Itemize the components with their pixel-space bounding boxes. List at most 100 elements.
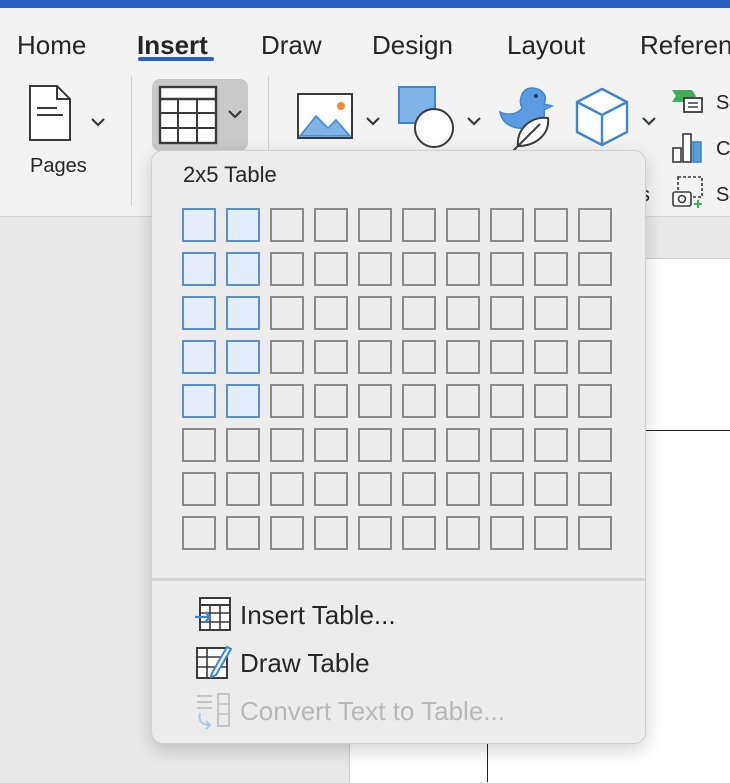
table-grid-cell[interactable] bbox=[314, 296, 348, 330]
tab-draw[interactable]: Draw bbox=[261, 30, 322, 61]
tab-design[interactable]: Design bbox=[372, 30, 453, 61]
table-grid-cell[interactable] bbox=[578, 384, 612, 418]
chevron-down-icon[interactable] bbox=[467, 117, 481, 127]
tab-home[interactable]: Home bbox=[17, 30, 86, 61]
table-grid-cell[interactable] bbox=[446, 208, 480, 242]
table-grid-cell[interactable] bbox=[226, 252, 260, 286]
table-grid-cell[interactable] bbox=[270, 208, 304, 242]
table-grid-cell[interactable] bbox=[270, 384, 304, 418]
table-grid-cell[interactable] bbox=[490, 340, 524, 374]
table-grid-cell[interactable] bbox=[534, 384, 568, 418]
table-grid-cell[interactable] bbox=[534, 252, 568, 286]
table-grid-cell[interactable] bbox=[226, 472, 260, 506]
table-grid-cell[interactable] bbox=[314, 340, 348, 374]
table-grid-cell[interactable] bbox=[402, 296, 436, 330]
table-grid-cell[interactable] bbox=[358, 472, 392, 506]
table-grid-cell[interactable] bbox=[270, 516, 304, 550]
table-grid-cell[interactable] bbox=[578, 208, 612, 242]
insert-table-menu-item[interactable]: Insert Table... bbox=[192, 593, 632, 637]
table-grid-cell[interactable] bbox=[534, 208, 568, 242]
tab-layout[interactable]: Layout bbox=[507, 30, 585, 61]
table-grid-cell[interactable] bbox=[402, 340, 436, 374]
table-grid-cell[interactable] bbox=[402, 384, 436, 418]
icons-button[interactable] bbox=[496, 84, 562, 154]
table-grid-cell[interactable] bbox=[226, 384, 260, 418]
table-grid-cell[interactable] bbox=[182, 516, 216, 550]
table-grid-cell[interactable] bbox=[182, 208, 216, 242]
table-grid-cell[interactable] bbox=[226, 296, 260, 330]
pages-button[interactable] bbox=[24, 84, 114, 141]
table-button[interactable] bbox=[152, 79, 248, 151]
table-grid-cell[interactable] bbox=[578, 340, 612, 374]
table-grid-cell[interactable] bbox=[314, 384, 348, 418]
3d-models-button[interactable] bbox=[574, 86, 662, 156]
table-grid-cell[interactable] bbox=[182, 340, 216, 374]
table-grid-cell[interactable] bbox=[358, 340, 392, 374]
table-grid-cell[interactable] bbox=[270, 472, 304, 506]
table-grid-cell[interactable] bbox=[358, 208, 392, 242]
pictures-button[interactable] bbox=[296, 88, 384, 148]
table-grid-cell[interactable] bbox=[534, 472, 568, 506]
table-grid-cell[interactable] bbox=[446, 340, 480, 374]
table-grid-cell[interactable] bbox=[578, 252, 612, 286]
table-grid-cell[interactable] bbox=[402, 208, 436, 242]
table-grid-cell[interactable] bbox=[534, 296, 568, 330]
table-grid-cell[interactable] bbox=[490, 208, 524, 242]
table-grid-cell[interactable] bbox=[446, 472, 480, 506]
table-grid-cell[interactable] bbox=[490, 428, 524, 462]
table-grid-cell[interactable] bbox=[226, 208, 260, 242]
table-grid-cell[interactable] bbox=[490, 384, 524, 418]
table-grid-cell[interactable] bbox=[182, 296, 216, 330]
table-grid-cell[interactable] bbox=[402, 428, 436, 462]
table-grid-cell[interactable] bbox=[402, 472, 436, 506]
chevron-down-icon[interactable] bbox=[91, 118, 105, 128]
table-grid-cell[interactable] bbox=[182, 428, 216, 462]
chevron-down-icon[interactable] bbox=[228, 110, 242, 120]
chart-button[interactable]: C bbox=[670, 128, 730, 168]
table-grid-cell[interactable] bbox=[182, 384, 216, 418]
table-grid-cell[interactable] bbox=[578, 472, 612, 506]
table-grid-cell[interactable] bbox=[314, 428, 348, 462]
table-grid-cell[interactable] bbox=[402, 252, 436, 286]
table-grid-cell[interactable] bbox=[534, 516, 568, 550]
table-grid-cell[interactable] bbox=[490, 516, 524, 550]
table-grid-cell[interactable] bbox=[270, 340, 304, 374]
table-grid-cell[interactable] bbox=[358, 296, 392, 330]
table-grid-cell[interactable] bbox=[446, 296, 480, 330]
table-grid-cell[interactable] bbox=[578, 428, 612, 462]
table-grid-cell[interactable] bbox=[490, 472, 524, 506]
table-grid-cell[interactable] bbox=[182, 252, 216, 286]
table-grid-cell[interactable] bbox=[226, 516, 260, 550]
table-grid-cell[interactable] bbox=[490, 296, 524, 330]
table-grid-cell[interactable] bbox=[446, 252, 480, 286]
table-grid-cell[interactable] bbox=[358, 384, 392, 418]
table-grid-cell[interactable] bbox=[226, 428, 260, 462]
shapes-button[interactable] bbox=[396, 84, 482, 154]
table-grid-cell[interactable] bbox=[402, 516, 436, 550]
table-grid-cell[interactable] bbox=[578, 516, 612, 550]
chevron-down-icon[interactable] bbox=[366, 117, 380, 127]
table-grid-cell[interactable] bbox=[446, 428, 480, 462]
table-grid-cell[interactable] bbox=[182, 472, 216, 506]
screenshot-button[interactable]: S bbox=[670, 174, 730, 214]
table-grid-cell[interactable] bbox=[578, 296, 612, 330]
table-grid-cell[interactable] bbox=[314, 252, 348, 286]
table-grid-cell[interactable] bbox=[314, 208, 348, 242]
table-grid-cell[interactable] bbox=[534, 340, 568, 374]
table-grid-cell[interactable] bbox=[314, 472, 348, 506]
table-grid-cell[interactable] bbox=[490, 252, 524, 286]
table-grid-cell[interactable] bbox=[446, 384, 480, 418]
table-grid-cell[interactable] bbox=[358, 428, 392, 462]
table-grid-cell[interactable] bbox=[358, 516, 392, 550]
table-grid-cell[interactable] bbox=[270, 252, 304, 286]
table-grid-cell[interactable] bbox=[270, 428, 304, 462]
table-grid-cell[interactable] bbox=[534, 428, 568, 462]
tab-references[interactable]: Referen bbox=[640, 30, 730, 61]
table-grid-cell[interactable] bbox=[226, 340, 260, 374]
draw-table-menu-item[interactable]: Draw Table bbox=[192, 641, 632, 685]
smartart-button[interactable]: S bbox=[670, 86, 730, 120]
table-grid-cell[interactable] bbox=[446, 516, 480, 550]
table-grid-cell[interactable] bbox=[314, 516, 348, 550]
table-grid-cell[interactable] bbox=[358, 252, 392, 286]
table-grid-cell[interactable] bbox=[270, 296, 304, 330]
